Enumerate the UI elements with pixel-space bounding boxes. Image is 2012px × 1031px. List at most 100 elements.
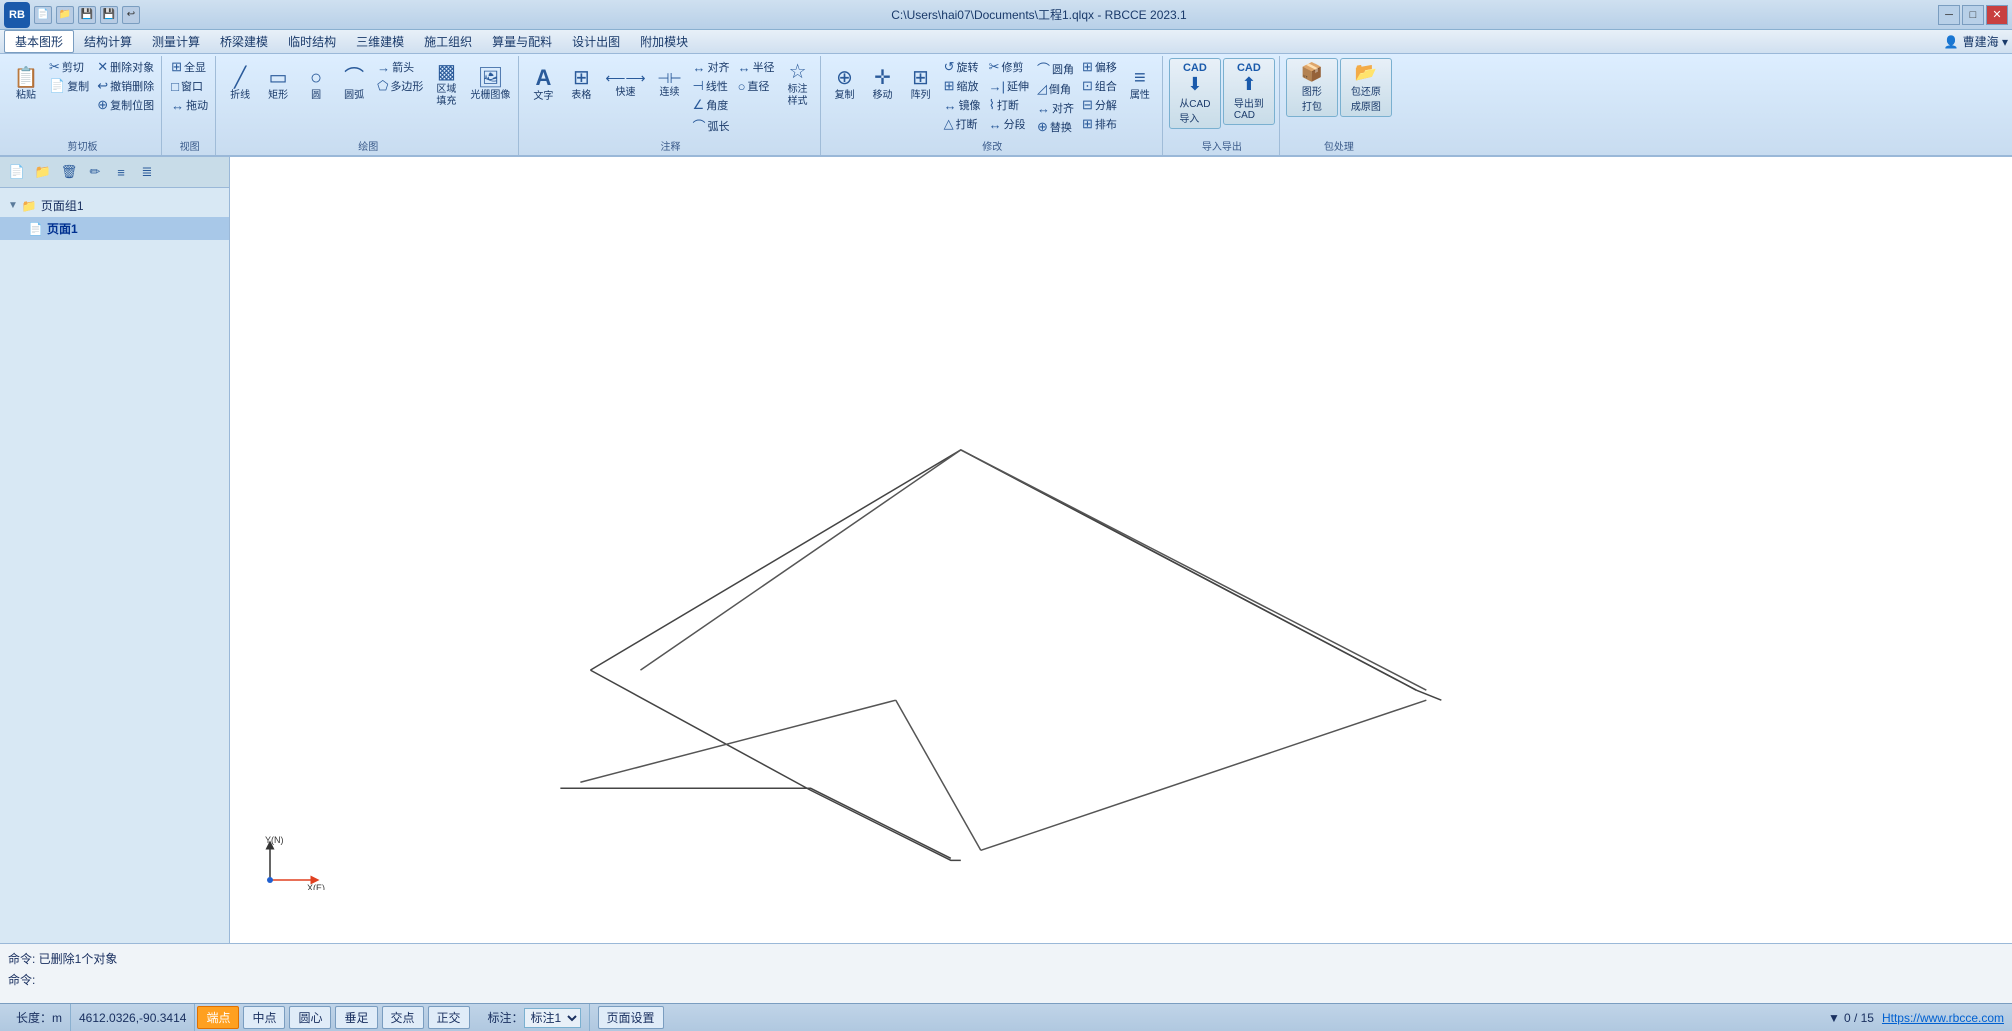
arc-dim-btn[interactable]: ⌒弧长 [690,115,733,136]
save-btn[interactable]: 💾 [78,6,96,24]
chamfer-btn[interactable]: ◿倒角 [1034,80,1077,98]
snap-foot[interactable]: 垂足 [335,1006,377,1029]
props-icon: ≡ [1134,68,1146,88]
align-dim-btn[interactable]: ↔对齐 [690,58,733,76]
mark-select[interactable]: 标注1 [524,1008,581,1028]
circle-icon: ○ [310,68,322,88]
array-btn[interactable]: ⊞ 阵列 [903,58,939,112]
diameter-dim-btn[interactable]: ○直径 [735,77,778,95]
text-btn[interactable]: A 文字 [525,58,561,112]
website-link[interactable]: Https://www.rbcce.com [1882,1011,2004,1025]
fillet-btn[interactable]: ⌒圆角 [1034,58,1077,79]
mirror-btn[interactable]: ↔镜像 [941,96,984,114]
snap-endpoint[interactable]: 端点 [197,1006,239,1029]
fill-btn[interactable]: ▩ 区域填充 [428,58,464,112]
paste-btn[interactable]: 📋 粘贴 [8,58,44,112]
new-btn[interactable]: 📄 [34,6,52,24]
extend-btn[interactable]: →|延伸 [986,77,1032,95]
modalign-label: 对齐 [1052,100,1074,116]
canvas-area[interactable]: Y(N) X(E) [230,157,2012,943]
rotate-btn[interactable]: ↺旋转 [941,58,984,76]
menu-item-temp[interactable]: 临时结构 [278,31,346,52]
menu-item-addon[interactable]: 附加模块 [630,31,698,52]
delete-obj-btn[interactable]: ✕删除对象 [94,58,157,76]
cut-btn[interactable]: ✂剪切 [46,58,92,76]
angle-dim-btn[interactable]: ∠角度 [690,96,733,114]
page-settings-btn[interactable]: 页面设置 [598,1006,664,1029]
ribbon-group-draw: ╱ 折线 ▭ 矩形 ○ 圆 ⌒ 圆弧 →箭头 ⬠多边形 ▩ 区域填充 [218,56,519,155]
trim-btn[interactable]: ✂修剪 [986,58,1032,76]
new-group-btn[interactable]: 📁 [32,161,54,183]
break-btn[interactable]: ⌇打断 [986,96,1032,114]
tree-page-1[interactable]: 📄 页面1 [0,217,229,240]
mod-copy-btn[interactable]: ⊕ 复制 [827,58,863,112]
tree-page-group[interactable]: ▼ 📁 页面组1 [0,194,229,217]
undo-btn[interactable]: ↩ [122,6,140,24]
arc-btn[interactable]: ⌒ 圆弧 [336,58,372,112]
open-btn[interactable]: 📁 [56,6,74,24]
raster-btn[interactable]: 🖼 光栅图像 [466,58,514,112]
radius-dim-btn[interactable]: ↔半径 [735,58,778,76]
scale-btn[interactable]: ⊞缩放 [941,77,984,95]
package-label: 包处理 [1286,136,1392,155]
menu-item-quantity[interactable]: 算量与配料 [482,31,562,52]
menu-item-3d[interactable]: 三维建模 [346,31,414,52]
save-as-btn[interactable]: 💾 [100,6,118,24]
menu-item-measure[interactable]: 测量计算 [142,31,210,52]
segment-btn[interactable]: ↔分段 [986,115,1032,133]
quick-dim-btn[interactable]: ⟵⟶ 快速 [601,58,649,112]
pack-btn[interactable]: 📦 图形打包 [1286,58,1338,117]
menu-item-struct[interactable]: 结构计算 [74,31,142,52]
menu-item-basic[interactable]: 基本图形 [4,30,74,53]
offset-btn[interactable]: ⊞偏移 [1079,58,1120,76]
menu-item-bridge[interactable]: 桥梁建模 [210,31,278,52]
ribbon-group-annotation: A 文字 ⊞ 表格 ⟵⟶ 快速 ⊣⊢ 连续 ↔对齐 ⊣线性 ∠角度 ⌒弧长 [521,56,820,155]
window-btn[interactable]: □窗口 [168,77,211,95]
minimize-btn[interactable]: ─ [1938,5,1960,25]
exportcad-icon: ⬆ [1241,74,1256,95]
drag-btn[interactable]: ↔拖动 [168,96,211,114]
restore-btn[interactable]: □ [1962,5,1984,25]
polygon-btn[interactable]: ⬠多边形 [374,77,426,95]
polyline-btn[interactable]: ╱ 折线 [222,58,258,112]
arcdim-label: 弧长 [708,118,730,134]
undo-delete-btn[interactable]: ↩撤销删除 [94,77,157,95]
delete-page-btn[interactable]: 🗑 [58,161,80,183]
cont-dim-btn[interactable]: ⊣⊢ 连续 [652,58,688,112]
move-btn[interactable]: ✛ 移动 [865,58,901,112]
table-btn[interactable]: ⊞ 表格 [563,58,599,112]
snap-midpoint[interactable]: 中点 [243,1006,285,1029]
circle-btn[interactable]: ○ 圆 [298,58,334,112]
fullview-btn[interactable]: ⊞全显 [168,58,211,76]
combine-btn[interactable]: ⊡组合 [1079,77,1120,95]
cadio-label: 导入导出 [1169,136,1275,155]
unpack-btn[interactable]: 📂 包还原成原图 [1340,58,1392,117]
arrow-btn[interactable]: →箭头 [374,58,426,76]
export-cad-btn[interactable]: CAD ⬆ 导出到CAD [1223,58,1275,125]
user-name[interactable]: 曹建海 ▾ [1963,33,2008,50]
align-right-btn[interactable]: ≣ [136,161,158,183]
mod-align-btn[interactable]: ↔对齐 [1034,99,1077,117]
copy-pos-btn[interactable]: ⊕复制位图 [94,96,157,114]
align-left-btn[interactable]: ≡ [110,161,132,183]
snap-center[interactable]: 圆心 [289,1006,331,1029]
close-btn[interactable]: ✕ [1986,5,2008,25]
linear-dim-btn[interactable]: ⊣线性 [690,77,733,95]
properties-btn[interactable]: ≡ 属性 [1122,58,1158,112]
menu-item-construction[interactable]: 施工组织 [414,31,482,52]
copy-btn[interactable]: 📄复制 [46,77,92,95]
break-icon: ⌇ [989,97,995,113]
decompose-btn[interactable]: ⊟分解 [1079,96,1120,114]
replace-btn[interactable]: ⊕替换 [1034,118,1077,136]
cmd-line-2[interactable]: 命令: [8,969,2004,990]
rect-btn[interactable]: ▭ 矩形 [260,58,296,112]
arrange-btn[interactable]: ⊞排布 [1079,115,1120,133]
rename-btn[interactable]: ✏ [84,161,106,183]
menu-item-design[interactable]: 设计出图 [562,31,630,52]
snap-intersection[interactable]: 交点 [382,1006,424,1029]
new-page-btn[interactable]: 📄 [6,161,28,183]
dim-style-btn[interactable]: ☆ 标注样式 [780,58,816,112]
break2-btn[interactable]: △打断 [941,115,984,133]
snap-ortho[interactable]: 正交 [428,1006,470,1029]
import-cad-btn[interactable]: CAD ⬇ 从CAD导入 [1169,58,1221,129]
